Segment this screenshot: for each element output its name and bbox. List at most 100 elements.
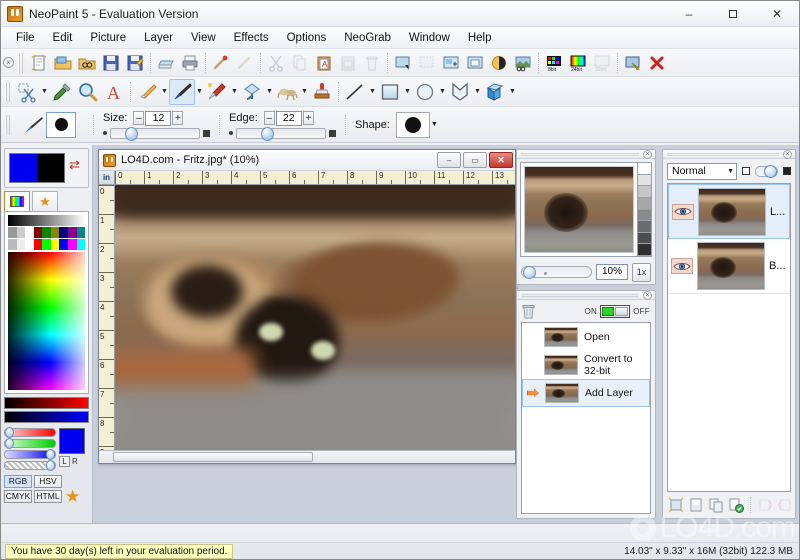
- airbrush-tool-dropdown-icon[interactable]: ▼: [230, 79, 239, 105]
- menu-layer[interactable]: Layer: [135, 30, 182, 46]
- airbrush-tool[interactable]: [204, 79, 230, 105]
- eyedropper-tool[interactable]: [49, 79, 75, 105]
- menu-picture[interactable]: Picture: [81, 30, 135, 46]
- layers-panel-grip[interactable]: ×: [663, 150, 795, 159]
- cube-3d-tool-dropdown-icon[interactable]: ▼: [508, 79, 517, 105]
- history-item[interactable]: Open: [522, 323, 650, 351]
- shape-dropdown-icon[interactable]: ▼: [430, 112, 439, 138]
- image-restore-button[interactable]: ▭: [463, 152, 487, 168]
- color-mode-html[interactable]: HTML: [34, 490, 62, 503]
- history-list[interactable]: Open Convert to 32-bit Add Layer: [521, 322, 651, 514]
- color-depth-32bit-icon[interactable]: 32bit: [590, 51, 614, 75]
- maximize-button[interactable]: [711, 1, 755, 26]
- selection-tool[interactable]: [14, 79, 40, 105]
- delete-icon[interactable]: [360, 51, 384, 75]
- trash-icon[interactable]: [522, 304, 535, 319]
- edge-stepper[interactable]: – 22 +: [263, 110, 314, 126]
- blue-slider[interactable]: [4, 449, 56, 460]
- clone-stamp-animal-tool[interactable]: [274, 79, 300, 105]
- rotate-layer-right-icon[interactable]: [776, 496, 794, 515]
- edge-decrement-button[interactable]: –: [263, 111, 275, 125]
- rubber-stamp-tool[interactable]: [309, 79, 335, 105]
- menu-neograb[interactable]: NeoGrab: [335, 30, 400, 46]
- navigator-panel-grip[interactable]: ×: [517, 150, 655, 159]
- polygon-tool[interactable]: [447, 79, 473, 105]
- image-horizontal-scrollbar[interactable]: [99, 450, 515, 463]
- edge-slider[interactable]: [236, 126, 326, 141]
- opacity-slider[interactable]: [755, 164, 778, 178]
- add-favorite-icon[interactable]: ★: [65, 488, 80, 505]
- palette-row-1[interactable]: [8, 227, 86, 238]
- undo-icon[interactable]: [209, 51, 233, 75]
- navigator-zoom-slider[interactable]: [521, 266, 592, 279]
- layer-visibility-icon[interactable]: [672, 203, 694, 220]
- history-item[interactable]: Add Layer: [522, 379, 650, 407]
- rotate-layer-left-icon[interactable]: [756, 496, 774, 515]
- menu-edit[interactable]: Edit: [44, 30, 82, 46]
- copy-icon[interactable]: [288, 51, 312, 75]
- new-icon[interactable]: [27, 51, 51, 75]
- image-window-title-bar[interactable]: LO4D.com - Fritz.jpg* (10%) – ▭ ✕: [99, 150, 515, 171]
- image-size-icon[interactable]: [439, 51, 463, 75]
- alpha-slider[interactable]: [4, 460, 56, 471]
- layers-list[interactable]: L... B...: [667, 183, 791, 492]
- history-item[interactable]: Convert to 32-bit: [522, 351, 650, 379]
- effects-icon[interactable]: [511, 51, 535, 75]
- toolbar-grip[interactable]: [18, 52, 25, 73]
- history-toggle[interactable]: [600, 304, 631, 318]
- color-spectrum[interactable]: [8, 252, 85, 390]
- ellipse-tool-dropdown-icon[interactable]: ▼: [438, 79, 447, 105]
- palette-tab[interactable]: [4, 191, 30, 211]
- rectangle-tool-dropdown-icon[interactable]: ▼: [403, 79, 412, 105]
- menu-file[interactable]: File: [7, 30, 44, 46]
- image-canvas[interactable]: [115, 185, 515, 450]
- layer-visibility-icon[interactable]: [671, 258, 693, 274]
- paste-into-icon[interactable]: [336, 51, 360, 75]
- size-slider[interactable]: [110, 126, 200, 141]
- left-color-button[interactable]: L: [59, 456, 70, 467]
- edge-value[interactable]: 22: [275, 110, 302, 126]
- scan-icon[interactable]: [154, 51, 178, 75]
- swap-colors-icon[interactable]: ⇄: [69, 158, 80, 171]
- close-image-icon[interactable]: [645, 51, 669, 75]
- open-icon[interactable]: [51, 51, 75, 75]
- size-value[interactable]: 12: [145, 110, 172, 126]
- paint-bucket-tool[interactable]: [239, 79, 265, 105]
- menu-help[interactable]: Help: [459, 30, 501, 46]
- color-mode-rgb[interactable]: RGB: [4, 475, 32, 488]
- navigator-close-icon[interactable]: ×: [643, 150, 652, 159]
- edge-increment-button[interactable]: +: [302, 111, 314, 125]
- save-icon[interactable]: [99, 51, 123, 75]
- shape-preview[interactable]: [395, 111, 430, 138]
- blue-channel-bar[interactable]: [4, 411, 89, 423]
- tools-toolbar-grip[interactable]: [5, 81, 12, 102]
- brightness-contrast-icon[interactable]: [487, 51, 511, 75]
- layers-close-icon[interactable]: ×: [783, 150, 792, 159]
- color-depth-8bit-icon[interactable]: 8bit: [542, 51, 566, 75]
- red-channel-bar[interactable]: [4, 397, 89, 409]
- close-button[interactable]: ✕: [755, 1, 799, 26]
- horizontal-ruler[interactable]: 0 1 2 3 4 5 6 7 8 9 10 11 12 13: [115, 171, 515, 185]
- eraser-tool[interactable]: [134, 79, 160, 105]
- save-as-icon[interactable]: [123, 51, 147, 75]
- menu-view[interactable]: View: [182, 30, 225, 46]
- green-slider[interactable]: [4, 438, 56, 449]
- line-tool-dropdown-icon[interactable]: ▼: [368, 79, 377, 105]
- clone-stamp-animal-tool-dropdown-icon[interactable]: ▼: [300, 79, 309, 105]
- zoom-fit-button[interactable]: 1x: [632, 262, 651, 282]
- merge-layer-icon[interactable]: [727, 496, 745, 515]
- paste-icon[interactable]: A: [312, 51, 336, 75]
- menu-options[interactable]: Options: [278, 30, 336, 46]
- history-close-icon[interactable]: ×: [643, 291, 652, 300]
- browse-icon[interactable]: [75, 51, 99, 75]
- text-tool[interactable]: A: [101, 79, 127, 105]
- vertical-ruler[interactable]: 0 1 2 3 4 5 6 7 8 9: [99, 185, 115, 450]
- line-tool[interactable]: [342, 79, 368, 105]
- navigator-thumbnail[interactable]: [524, 166, 634, 253]
- menu-window[interactable]: Window: [400, 30, 459, 46]
- history-panel-grip[interactable]: ×: [517, 291, 655, 300]
- color-mode-cmyk[interactable]: CMYK: [4, 490, 32, 503]
- red-slider[interactable]: [4, 427, 56, 438]
- print-icon[interactable]: [178, 51, 202, 75]
- blend-mode-select[interactable]: Normal ▼: [667, 162, 737, 180]
